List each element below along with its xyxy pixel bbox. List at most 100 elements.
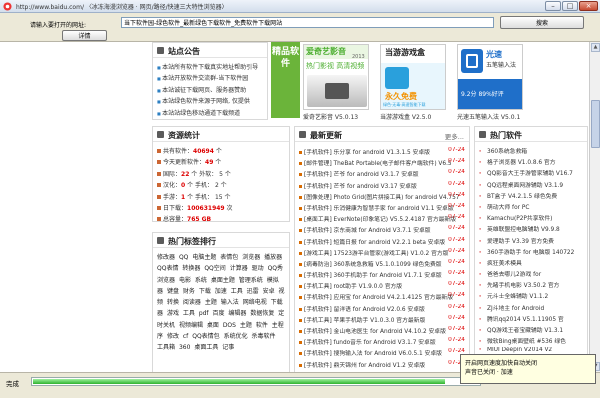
tag-link[interactable]: QQ秀 (268, 265, 283, 272)
hot-item-label[interactable]: 爸爸去哪儿2游戏 for (487, 272, 541, 278)
tag-link[interactable]: QQ表情 (157, 265, 178, 272)
tag-link[interactable]: 播放器 (264, 254, 282, 261)
news-title[interactable]: [病毒防治] 360系统急救箱 V5.1.0.1099 绿色免费版 (304, 262, 442, 268)
news-title[interactable]: [手机软件] 金山电池医生 for Android V4.10.2 安卓版 (304, 329, 446, 335)
go-button[interactable]: 搜索 (500, 16, 584, 29)
tag-link[interactable]: 转换器 (182, 265, 200, 272)
news-row[interactable]: [手机软件] 360手机助手 for Android V1.7.1 安卓版 07-… (299, 270, 465, 281)
tag-link[interactable]: 工具 (183, 310, 195, 317)
news-row[interactable]: [手机工具] root助手 V1.9.0.0 官方版 07-24 (299, 281, 465, 292)
tag-link[interactable]: 转换 (167, 299, 179, 306)
tag-link[interactable]: 计算器 (230, 265, 248, 272)
hot-item[interactable]: · 腾讯qq2014 V5.1.11905 官 (479, 314, 585, 325)
tag-link[interactable]: 主题 (240, 322, 252, 329)
tag-link[interactable]: 表情包 (220, 254, 238, 261)
news-title[interactable]: [手机软件] 留洋语 for Android V2.0.6 安卓版 (304, 307, 425, 313)
tag-link[interactable]: 工具箱 (157, 344, 175, 351)
hot-item-label[interactable]: 爱理助手 V3.39 官方免费 (487, 239, 554, 245)
hot-item-label[interactable]: 腾讯qq2014 V5.1.11905 官 (487, 317, 564, 323)
news-title[interactable]: [游戏工具] 17523游平台管家(游戏工具) V1.0.2 官方版 (304, 251, 448, 257)
hot-item[interactable]: · 疯狂美术模具 (479, 258, 585, 269)
minimize-button[interactable]: – (545, 1, 561, 11)
news-row[interactable]: [病毒防治] 360系统急救箱 V5.1.0.1099 绿色免费版 07-24 (299, 259, 465, 270)
news-row[interactable]: [手机软件] 乐分享 for android V1.3.1.5 安卓版 07-24 (299, 147, 465, 158)
tag-link[interactable]: 编辑器 (228, 310, 246, 317)
tag-link[interactable]: 驱动 (252, 265, 264, 272)
hot-item[interactable]: · 英雄联盟控电脑辅助 V9.9.8 (479, 224, 585, 235)
tag-link[interactable]: 浏览器 (242, 254, 260, 261)
news-row[interactable]: [手机软件] fundo音乐 for Android V3.1.7 安卓版 07-… (299, 337, 465, 348)
hot-item[interactable]: · Kamachu(P2P共享软件) (479, 213, 585, 224)
news-row[interactable]: [图像处理] Photo Grid(图片拼接工具) for android V4… (299, 192, 465, 203)
news-row[interactable]: [手机软件] 鼎天锦州 for Android V1.2 安卓版 07-24 (299, 360, 465, 371)
news-title[interactable]: [图像处理] Photo Grid(图片拼接工具) for android V4… (304, 195, 459, 201)
scroll-up-icon[interactable]: ▲ (591, 43, 600, 52)
tag-link[interactable]: 桌面主题 (211, 277, 235, 284)
tag-link[interactable]: 主题 (205, 299, 217, 306)
hot-item-label[interactable]: 360手游助手 for 电脑版 140722 (487, 250, 574, 256)
news-row[interactable]: [手机工具] 苹果手机助手 V1.0.3.0 官方最新版 07-24 (299, 315, 465, 326)
tag-link[interactable]: 电脑主题 (192, 254, 216, 261)
tag-link[interactable]: 键盘 (167, 288, 179, 295)
tag-link[interactable]: 安卓 (263, 288, 275, 295)
tag-link[interactable]: 工具 (231, 288, 243, 295)
tag-link[interactable]: QQ表情包 (192, 333, 219, 340)
tag-link[interactable]: 管理系统 (239, 277, 263, 284)
news-title[interactable]: [手机软件] 鼎天锦州 for Android V1.2 安卓版 (304, 363, 425, 369)
featured-caption[interactable]: 当游游戏盒 V2.5.0 (380, 112, 450, 121)
tag-link[interactable]: cf (183, 333, 188, 340)
featured-caption[interactable]: 爱奇艺影音 V5.0.13 (303, 112, 373, 121)
tag-link[interactable]: 迅雷 (247, 288, 259, 295)
news-row[interactable]: [手机软件] 搜狗输入法 for Android V6.0.5.1 安卓版 07-… (299, 348, 465, 359)
tag-link[interactable]: 系统优化 (224, 333, 248, 340)
hot-item-label[interactable]: 先睹手机电影 V3.50.2 官方 (487, 283, 559, 289)
news-row[interactable]: [手机软件] 芒爷 for android V3.1.7 安卓版 07-24 (299, 169, 465, 180)
announcement-item[interactable]: 本站绿色软件来源于网络, 仅提供 (157, 96, 258, 107)
tag-link[interactable]: DOS (223, 322, 236, 329)
hot-item-label[interactable]: MIUI Deepin V2014 V2 (487, 347, 552, 353)
hot-item-label[interactable]: 萌动大师 for PC (487, 205, 529, 211)
tag-link[interactable]: 系统 (195, 277, 207, 284)
tooltip-line[interactable]: 声音已关闭 · 加速 (465, 367, 591, 376)
tag-link[interactable]: 电影 (179, 277, 191, 284)
hot-item[interactable]: · 360手游助手 for 电脑版 140722 (479, 247, 585, 258)
news-title[interactable]: [手机软件] 搜狗输入法 for Android V6.0.5.1 安卓版 (304, 351, 442, 357)
announcement-item[interactable]: 本站所有软件下载真实地址帮助引导 (157, 62, 258, 73)
more-link[interactable]: 更多... (445, 131, 464, 141)
news-row[interactable]: [手机软件] 留洋语 for Android V2.0.6 安卓版 07-24 (299, 304, 465, 315)
hot-item[interactable]: · QQ影音大王手游管家辅助 V16.7 (479, 168, 585, 179)
tag-link[interactable]: 百度 (212, 310, 224, 317)
hot-item[interactable]: · QQ游戏王者宝藏辅助 V1.3.1 (479, 325, 585, 336)
news-title[interactable]: [手机软件] 乐分享 for android V1.3.1.5 安卓版 (304, 150, 430, 156)
tag-link[interactable]: 浏览器 (157, 277, 175, 284)
hot-item-label[interactable]: 360系统急救箱 (487, 149, 527, 155)
tag-link[interactable]: pdf (199, 310, 209, 317)
tag-link[interactable]: 杀毒软件 (252, 333, 276, 340)
news-title[interactable]: [手机工具] root助手 V1.9.0.0 官方版 (304, 284, 402, 290)
hot-item[interactable]: · 爸爸去哪儿2游戏 for (479, 269, 585, 280)
hot-item-label[interactable]: 微软Bing桌面壁纸 #536 绿色 (487, 339, 566, 345)
tag-link[interactable]: 加速 (215, 288, 227, 295)
hot-item[interactable]: · QQ远程桌面网游辅助 V3.1.9 (479, 180, 585, 191)
hot-item-label[interactable]: Kamachu(P2P共享软件) (487, 216, 552, 222)
hot-item-label[interactable]: 英雄联盟控电脑辅助 V9.9.8 (487, 227, 560, 233)
tag-link[interactable]: 财务 (183, 288, 195, 295)
news-title[interactable]: [手机软件] fundo音乐 for Android V3.1.7 安卓版 (304, 340, 436, 346)
tag-link[interactable]: 桌面 (207, 322, 219, 329)
hot-item[interactable]: · BT盒子 V4.2.1.5 绿色免费 (479, 191, 585, 202)
news-row[interactable]: [手机软件] 芒爷 for android V3.17 安卓版 07-24 (299, 181, 465, 192)
tag-link[interactable]: QQ (179, 254, 188, 261)
tag-link[interactable]: 数据恢复 (250, 310, 274, 317)
news-title[interactable]: [手机软件] 芒爷 for android V3.17 安卓版 (304, 184, 417, 190)
news-title[interactable]: [手机软件] 京东商城 for Android V3.7.1 安卓版 (304, 228, 431, 234)
news-title[interactable]: [手机软件] 应用宝 for Android V4.2.1.4125 官方最新版 (304, 295, 453, 301)
news-title[interactable]: [手机工具] 苹果手机助手 V1.0.3.0 官方最新版 (304, 318, 425, 324)
news-row[interactable]: [手机软件] 金山电池医生 for Android V4.10.2 安卓版 07-… (299, 326, 465, 337)
news-row[interactable]: [手机软件] 京东商城 for Android V3.7.1 安卓版 07-24 (299, 225, 465, 236)
news-title[interactable]: [手机软件] 乐消健康为智慧手家 for android V1.1 安卓版 (304, 206, 454, 212)
tag-link[interactable]: 下载 (199, 288, 211, 295)
hot-item[interactable]: · 萌动大师 for PC (479, 202, 585, 213)
news-title[interactable]: [桌面工具] EverNote(印象笔记) V5.5.2.4187 官方最新版 (304, 217, 456, 223)
tag-link[interactable]: 网络电视 (243, 299, 267, 306)
news-row[interactable]: [手机软件] 应用宝 for Android V4.2.1.4125 官方最新版… (299, 292, 465, 303)
